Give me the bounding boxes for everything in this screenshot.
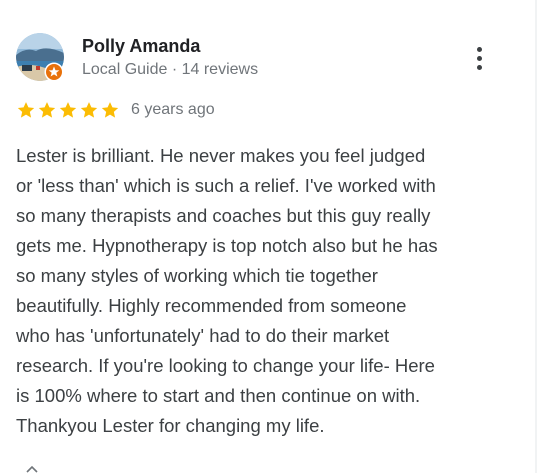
partial-icon-below [26, 466, 38, 473]
star-icon [17, 102, 35, 118]
review-card: Polly Amanda Local Guide · 14 reviews 6 … [0, 0, 537, 473]
star-icon [59, 102, 77, 118]
more-vertical-icon [476, 46, 482, 52]
more-vertical-icon-dot [476, 55, 482, 61]
star-icon [38, 102, 56, 118]
reviewer-name[interactable]: Polly Amanda [82, 35, 200, 57]
review-date: 6 years ago [131, 101, 215, 118]
review-text: Lester is brilliant. He never makes you … [16, 145, 438, 436]
more-vertical-icon-dot [476, 64, 482, 70]
star-icon [80, 102, 98, 118]
local-guide-badge-icon [44, 62, 64, 82]
more-options-button[interactable] [464, 40, 494, 76]
reviewer-meta: Local Guide · 14 reviews [82, 61, 259, 78]
star-rating [16, 99, 120, 121]
star-icon [101, 102, 119, 118]
